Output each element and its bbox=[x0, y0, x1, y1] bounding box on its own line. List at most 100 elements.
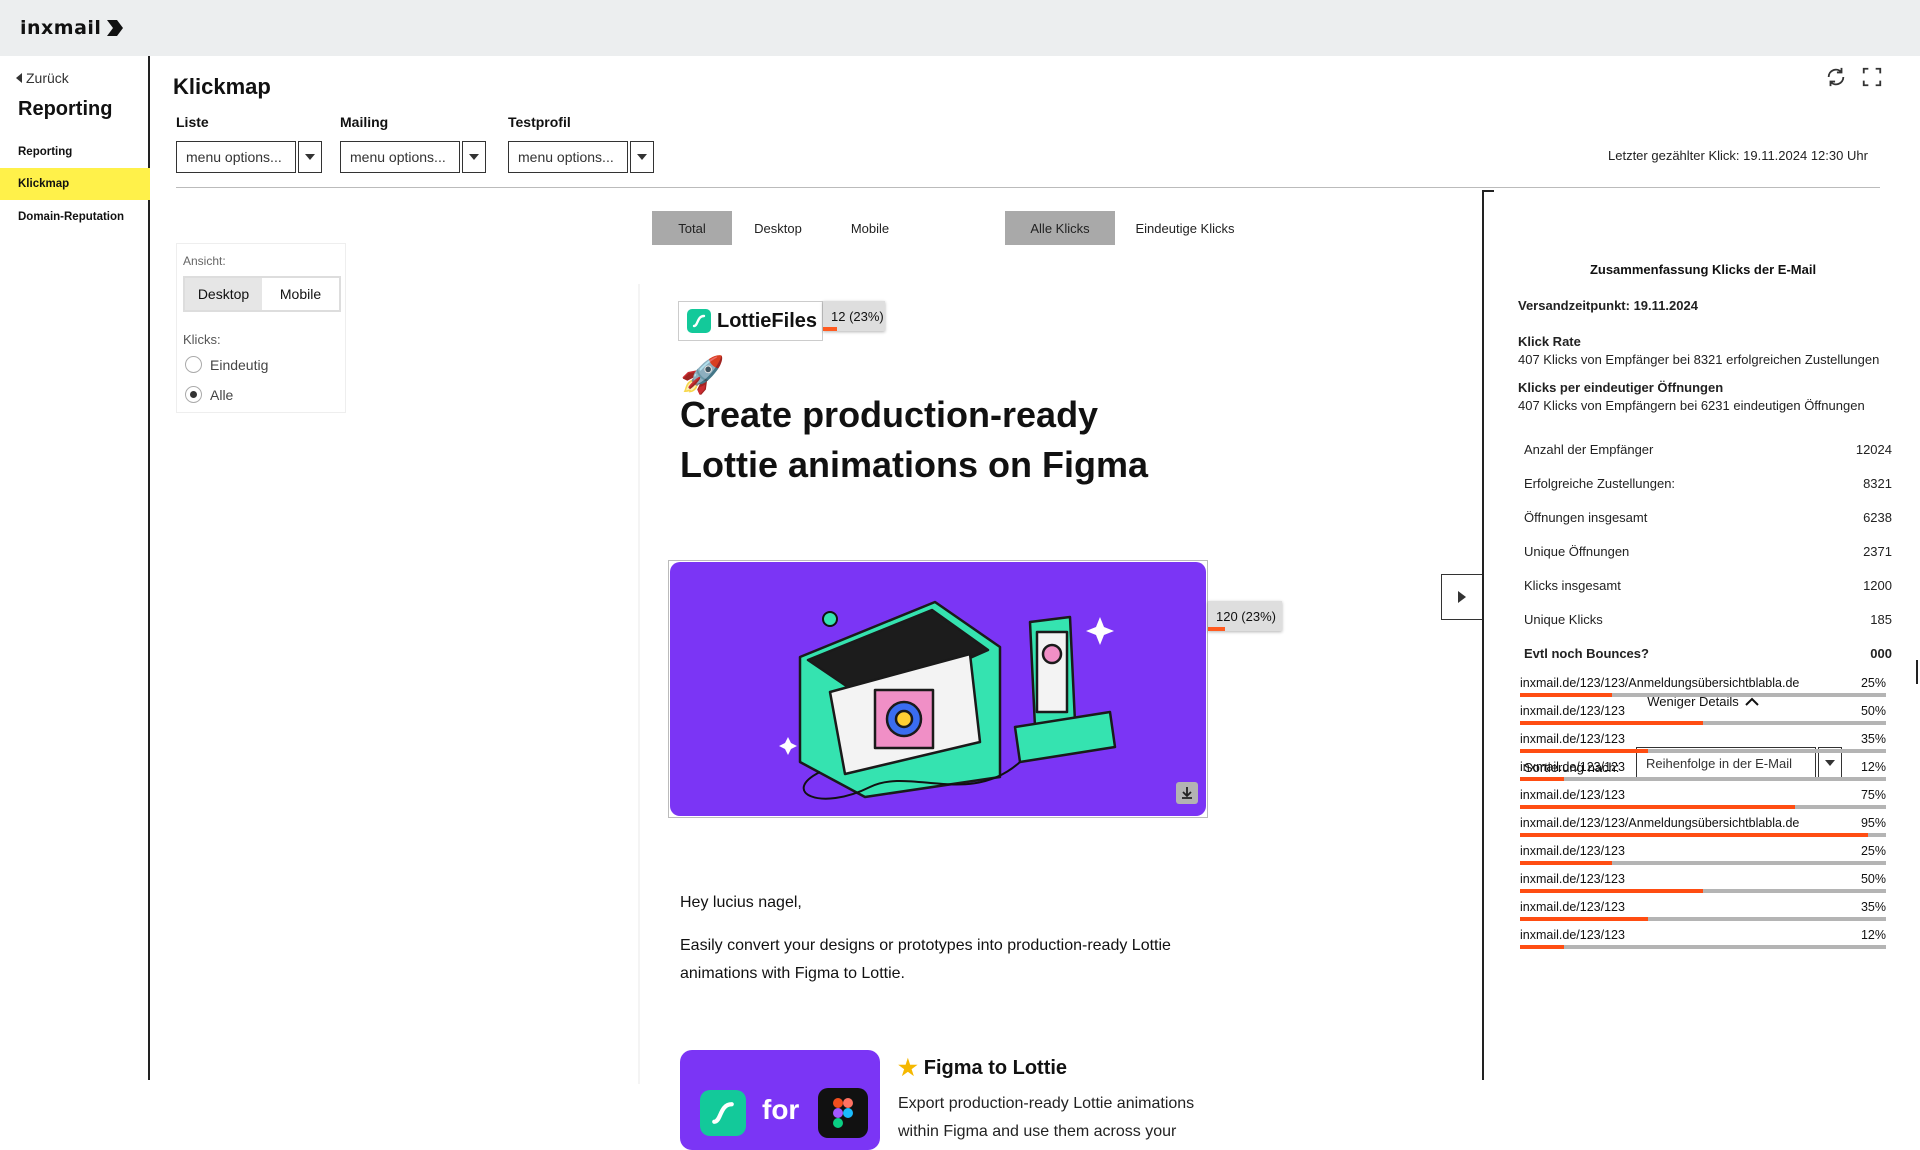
filter-label-liste: Liste bbox=[176, 114, 209, 130]
stat-row: Klicks insgesamt 1200 bbox=[1524, 578, 1892, 598]
headline-line-1: Create production-ready bbox=[680, 394, 1099, 435]
radio-label: Eindeutig bbox=[210, 356, 269, 373]
chevron-left-icon bbox=[16, 73, 22, 83]
lottie-logo-icon bbox=[687, 309, 711, 333]
top-icons bbox=[1825, 66, 1883, 88]
promo-title: ★ Figma to Lottie bbox=[898, 1055, 1067, 1081]
liste-select[interactable]: menu options... bbox=[176, 141, 296, 173]
page-title: Klickmap bbox=[173, 74, 271, 99]
link-percent: 50% bbox=[1860, 704, 1886, 718]
tab-mobile[interactable]: Mobile bbox=[824, 211, 916, 245]
view-toggle-mobile[interactable]: Mobile bbox=[262, 278, 339, 310]
scrollbar[interactable] bbox=[1916, 660, 1918, 684]
lottie-logo-text: LottieFiles bbox=[717, 309, 818, 332]
link-url: inxmail.de/123/123/Anmeldungsübersichtbl… bbox=[1520, 816, 1800, 830]
link-row[interactable]: inxmail.de/123/123 12% bbox=[1520, 928, 1886, 963]
liste-dropdown-toggle[interactable] bbox=[298, 141, 322, 173]
email-headline: Create production-ready Lottie animation… bbox=[680, 390, 1240, 490]
sidebar-item-domain-reputation[interactable]: Domain-Reputation bbox=[0, 201, 150, 233]
summary-panel-toggle[interactable] bbox=[1441, 574, 1483, 620]
stat-label: Anzahl der Empfänger bbox=[1524, 442, 1654, 457]
sidebar-item-reporting[interactable]: Reporting bbox=[0, 136, 150, 168]
app-logo[interactable]: inxmail bbox=[20, 17, 125, 39]
refresh-icon[interactable] bbox=[1825, 66, 1847, 88]
click-badge-bar bbox=[823, 327, 838, 331]
sidebar-item-label: Reporting bbox=[18, 146, 73, 158]
stat-label: Öffnungen insgesamt bbox=[1524, 510, 1648, 525]
email-edge bbox=[638, 284, 640, 1084]
click-badge-logo[interactable]: 12 (23%) bbox=[823, 301, 885, 331]
link-progress-fill bbox=[1520, 861, 1612, 865]
link-url: inxmail.de/123/123 bbox=[1520, 872, 1625, 886]
link-percent: 25% bbox=[1860, 844, 1886, 858]
click-rate-text: 407 Klicks von Empfänger bei 8321 erfolg… bbox=[1518, 352, 1880, 367]
link-progress-fill bbox=[1520, 777, 1564, 781]
click-badge-hero[interactable]: 120 (23%) bbox=[1208, 601, 1282, 631]
link-progress-fill bbox=[1520, 693, 1612, 697]
link-url: inxmail.de/123/123 bbox=[1520, 704, 1625, 718]
promo-image[interactable]: for bbox=[680, 1050, 880, 1150]
tab-alle-klicks[interactable]: Alle Klicks bbox=[1005, 211, 1115, 245]
link-progress-track bbox=[1520, 889, 1886, 893]
hero-illustration bbox=[779, 600, 1117, 800]
hero-image-frame[interactable] bbox=[668, 560, 1208, 818]
sidebar-item-klickmap[interactable]: Klickmap bbox=[0, 168, 150, 200]
link-progress-fill bbox=[1520, 945, 1564, 949]
sidebar-item-label: Klickmap bbox=[18, 178, 70, 190]
stat-row: Erfolgreiche Zustellungen: 8321 bbox=[1524, 476, 1892, 496]
logo-mark-icon bbox=[107, 20, 124, 36]
liste-dropdown[interactable]: menu options... bbox=[176, 141, 322, 173]
link-percent: 35% bbox=[1860, 732, 1886, 746]
tab-desktop[interactable]: Desktop bbox=[732, 211, 824, 245]
mailing-select[interactable]: menu options... bbox=[340, 141, 460, 173]
link-row-text: inxmail.de/123/123/Anmeldungsübersichtbl… bbox=[1520, 676, 1886, 690]
stat-row: Unique Klicks 185 bbox=[1524, 612, 1892, 632]
summary-title: Zusammenfassung Klicks der E-Mail bbox=[1589, 262, 1817, 277]
link-url: inxmail.de/123/123 bbox=[1520, 900, 1625, 914]
link-row-text: inxmail.de/123/123 50% bbox=[1520, 872, 1886, 886]
testprofil-dropdown[interactable]: menu options... bbox=[508, 141, 654, 173]
stat-value: 6238 bbox=[1863, 510, 1892, 525]
stat-value: 1200 bbox=[1863, 578, 1892, 593]
link-percent: 12% bbox=[1860, 928, 1886, 942]
stat-row: Anzahl der Empfänger 12024 bbox=[1524, 442, 1892, 462]
lottie-logo[interactable]: LottieFiles bbox=[678, 301, 823, 341]
fullscreen-icon[interactable] bbox=[1861, 66, 1883, 88]
logo-text: inxmail bbox=[20, 17, 102, 39]
testprofil-dropdown-toggle[interactable] bbox=[630, 141, 654, 173]
radio-label: Alle bbox=[210, 386, 234, 403]
link-percent: 50% bbox=[1860, 872, 1886, 886]
radio-alle[interactable]: Alle bbox=[185, 386, 233, 403]
link-percent: 95% bbox=[1860, 816, 1886, 830]
chevron-down-icon bbox=[305, 154, 315, 160]
link-row-text: inxmail.de/123/123/Anmeldungsübersichtbl… bbox=[1520, 816, 1886, 830]
figma-logo-icon bbox=[818, 1088, 868, 1138]
radio-circle bbox=[185, 356, 202, 373]
link-url: inxmail.de/123/123 bbox=[1520, 732, 1625, 746]
mailing-dropdown-toggle[interactable] bbox=[462, 141, 486, 173]
radio-eindeutig[interactable]: Eindeutig bbox=[185, 356, 268, 373]
link-progress-track bbox=[1520, 861, 1886, 865]
link-progress-fill bbox=[1520, 917, 1649, 921]
download-icon[interactable] bbox=[1176, 782, 1198, 804]
stat-row: Unique Öffnungen 2371 bbox=[1524, 544, 1892, 564]
link-percent: 25% bbox=[1860, 676, 1886, 690]
tab-eindeutige-klicks[interactable]: Eindeutige Klicks bbox=[1115, 211, 1255, 245]
link-progress-track bbox=[1520, 917, 1886, 921]
link-percent: 75% bbox=[1860, 788, 1886, 802]
mailing-dropdown[interactable]: menu options... bbox=[340, 141, 486, 173]
per-open-label: Klicks per eindeutiger Öffnungen bbox=[1518, 380, 1724, 395]
link-row-text: inxmail.de/123/123 25% bbox=[1520, 844, 1886, 858]
link-progress-fill bbox=[1520, 749, 1649, 753]
link-progress-fill bbox=[1520, 721, 1703, 725]
tab-total[interactable]: Total bbox=[652, 211, 732, 245]
back-link[interactable]: Zurück bbox=[16, 70, 69, 86]
headline-line-2: Lottie animations on Figma bbox=[680, 444, 1149, 485]
view-toggle-desktop[interactable]: Desktop bbox=[185, 278, 262, 310]
lottie-logo-icon bbox=[700, 1090, 746, 1136]
last-click-timestamp: Letzter gezählter Klick: 19.11.2024 12:3… bbox=[1608, 148, 1868, 163]
view-panel: Ansicht: Desktop Mobile Klicks: Eindeuti… bbox=[176, 243, 346, 413]
testprofil-select[interactable]: menu options... bbox=[508, 141, 628, 173]
click-rate-label: Klick Rate bbox=[1518, 334, 1581, 349]
link-progress-track bbox=[1520, 693, 1886, 697]
